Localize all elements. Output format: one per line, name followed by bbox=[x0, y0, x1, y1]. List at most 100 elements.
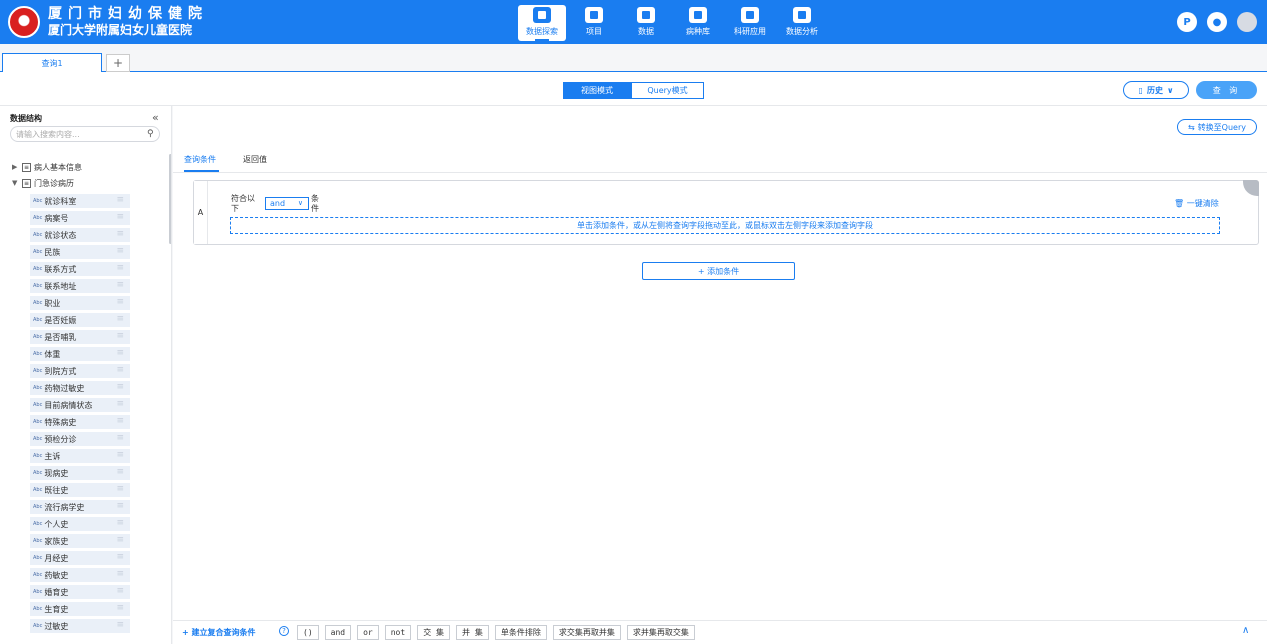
drag-handle-icon[interactable]: ≡ bbox=[116, 552, 124, 562]
field-item[interactable]: Abc 药物过敏史 ≡ bbox=[30, 381, 130, 395]
collapse-sidebar-icon[interactable]: « bbox=[152, 111, 159, 124]
clear-all-button[interactable]: 🗑 一键清除 bbox=[1174, 198, 1219, 209]
field-label: 药物过敏史 bbox=[44, 383, 85, 393]
view-mode-toggle[interactable]: 视图模式 bbox=[563, 82, 631, 99]
drag-handle-icon[interactable]: ≡ bbox=[116, 229, 124, 239]
field-item[interactable]: Abc 流行病学史 ≡ bbox=[30, 500, 130, 514]
field-item[interactable]: Abc 目前病情状态 ≡ bbox=[30, 398, 130, 412]
avatar[interactable] bbox=[1237, 12, 1257, 32]
tree-node-outpatient-record[interactable]: ▼ ≡ 门急诊病历 bbox=[12, 177, 74, 189]
drag-handle-icon[interactable]: ≡ bbox=[116, 518, 124, 528]
drag-handle-icon[interactable]: ≡ bbox=[116, 501, 124, 511]
nav-project[interactable]: 项目 bbox=[570, 5, 618, 41]
field-label: 目前病情状态 bbox=[44, 400, 93, 410]
hospital-name-line2: 厦门大学附属妇女儿童医院 bbox=[48, 23, 193, 37]
drag-handle-icon[interactable]: ≡ bbox=[116, 620, 124, 630]
nav-data[interactable]: 数据 bbox=[622, 5, 670, 41]
nav-research-apps[interactable]: 科研应用 bbox=[726, 5, 774, 41]
condition-drop-zone[interactable]: 单击添加条件，或从左侧将查询字段拖动至此，或鼠标双击左侧字段来添加查询字段 bbox=[230, 217, 1220, 234]
nav-data-analysis[interactable]: 数据分析 bbox=[778, 5, 826, 41]
drag-handle-icon[interactable]: ≡ bbox=[116, 314, 124, 324]
logic-button[interactable]: () bbox=[297, 625, 319, 640]
drag-handle-icon[interactable]: ≡ bbox=[116, 467, 124, 477]
drag-handle-icon[interactable]: ≡ bbox=[116, 603, 124, 613]
field-item[interactable]: Abc 病案号 ≡ bbox=[30, 211, 130, 225]
logic-button[interactable]: or bbox=[357, 625, 379, 640]
drag-handle-icon[interactable]: ≡ bbox=[116, 246, 124, 256]
drag-handle-icon[interactable]: ≡ bbox=[116, 484, 124, 494]
chevron-up-icon[interactable]: ∧ bbox=[1242, 625, 1249, 636]
field-item[interactable]: Abc 联系方式 ≡ bbox=[30, 262, 130, 276]
nav-data-explore[interactable]: 数据探索 bbox=[518, 5, 566, 41]
help-icon[interactable]: ? bbox=[279, 626, 289, 636]
field-item[interactable]: Abc 既往史 ≡ bbox=[30, 483, 130, 497]
field-label: 联系方式 bbox=[44, 264, 77, 274]
new-compound-condition-button[interactable]: + 建立复合查询条件 bbox=[182, 627, 256, 638]
field-item[interactable]: Abc 个人史 ≡ bbox=[30, 517, 130, 531]
logic-button[interactable]: not bbox=[384, 625, 412, 640]
query-mode-toggle[interactable]: Query模式 bbox=[631, 82, 704, 99]
drag-handle-icon[interactable]: ≡ bbox=[116, 535, 124, 545]
history-button[interactable]: ▯ 历史 ∨ bbox=[1123, 81, 1189, 99]
search-icon[interactable]: ⚲ bbox=[147, 129, 154, 139]
field-item[interactable]: Abc 药敏史 ≡ bbox=[30, 568, 130, 582]
field-label: 民族 bbox=[44, 247, 61, 257]
field-item[interactable]: Abc 主诉 ≡ bbox=[30, 449, 130, 463]
field-search-input[interactable] bbox=[10, 126, 160, 142]
logic-button[interactable]: 并 集 bbox=[456, 625, 489, 640]
field-item[interactable]: Abc 过敏史 ≡ bbox=[30, 619, 130, 633]
field-item[interactable]: Abc 是否哺乳 ≡ bbox=[30, 330, 130, 344]
field-item[interactable]: Abc 家族史 ≡ bbox=[30, 534, 130, 548]
logic-button[interactable]: 单条件排除 bbox=[494, 625, 547, 640]
drag-handle-icon[interactable]: ≡ bbox=[116, 569, 124, 579]
drag-handle-icon[interactable]: ≡ bbox=[116, 399, 124, 409]
query-button[interactable]: 查 询 bbox=[1196, 81, 1257, 99]
logic-button[interactable]: 求并集再取交集 bbox=[626, 625, 695, 640]
tree-node-label: 病人基本信息 bbox=[34, 162, 82, 172]
field-item[interactable]: Abc 婚育史 ≡ bbox=[30, 585, 130, 599]
field-item[interactable]: Abc 就诊状态 ≡ bbox=[30, 228, 130, 242]
field-item[interactable]: Abc 到院方式 ≡ bbox=[30, 364, 130, 378]
logic-operator-select[interactable]: and ∨ bbox=[265, 197, 309, 210]
drag-handle-icon[interactable]: ≡ bbox=[116, 365, 124, 375]
logic-buttons: () and or not 交 集并 集单条件排除 求交集再取并集 求并集再取交集 bbox=[297, 625, 701, 640]
field-item[interactable]: Abc 联系地址 ≡ bbox=[30, 279, 130, 293]
logic-button[interactable]: and bbox=[324, 625, 352, 640]
drag-handle-icon[interactable]: ≡ bbox=[116, 586, 124, 596]
user-initial-button[interactable]: P bbox=[1177, 12, 1197, 32]
logic-button[interactable]: 求交集再取并集 bbox=[552, 625, 621, 640]
field-item[interactable]: Abc 现病史 ≡ bbox=[30, 466, 130, 480]
field-item[interactable]: Abc 职业 ≡ bbox=[30, 296, 130, 310]
field-item[interactable]: Abc 就诊科室 ≡ bbox=[30, 194, 130, 208]
nav-disease-library[interactable]: 病种库 bbox=[674, 5, 722, 41]
drag-handle-icon[interactable]: ≡ bbox=[116, 382, 124, 392]
caret-down-icon: ▼ bbox=[12, 179, 18, 187]
drag-handle-icon[interactable]: ≡ bbox=[116, 280, 124, 290]
field-item[interactable]: Abc 特殊病史 ≡ bbox=[30, 415, 130, 429]
drag-handle-icon[interactable]: ≡ bbox=[116, 195, 124, 205]
drag-handle-icon[interactable]: ≡ bbox=[116, 433, 124, 443]
field-item[interactable]: Abc 体重 ≡ bbox=[30, 347, 130, 361]
field-item[interactable]: Abc 生育史 ≡ bbox=[30, 602, 130, 616]
drag-handle-icon[interactable]: ≡ bbox=[116, 212, 124, 222]
drag-handle-icon[interactable]: ≡ bbox=[116, 297, 124, 307]
convert-to-query-button[interactable]: ⇆ 转换至Query bbox=[1177, 119, 1257, 135]
tree-node-patient-basic-info[interactable]: ▶ ≡ 病人基本信息 bbox=[12, 161, 82, 173]
field-item[interactable]: Abc 预检分诊 ≡ bbox=[30, 432, 130, 446]
drag-handle-icon[interactable]: ≡ bbox=[116, 348, 124, 358]
field-item[interactable]: Abc 月经史 ≡ bbox=[30, 551, 130, 565]
logic-button[interactable]: 交 集 bbox=[417, 625, 451, 640]
add-condition-button[interactable]: + 添加条件 bbox=[642, 262, 795, 280]
add-tab-button[interactable]: + bbox=[106, 54, 130, 72]
drag-handle-icon[interactable]: ≡ bbox=[116, 331, 124, 341]
bell-icon[interactable]: ● bbox=[1207, 12, 1227, 32]
drag-handle-icon[interactable]: ≡ bbox=[116, 450, 124, 460]
tab-return-values[interactable]: 返回值 bbox=[243, 154, 267, 165]
tab-query-1[interactable]: 查询1 bbox=[2, 53, 102, 73]
drag-handle-icon[interactable]: ≡ bbox=[116, 416, 124, 426]
field-item[interactable]: Abc 是否妊娠 ≡ bbox=[30, 313, 130, 327]
tab-query-conditions[interactable]: 查询条件 bbox=[184, 154, 216, 165]
field-item[interactable]: Abc 民族 ≡ bbox=[30, 245, 130, 259]
sidebar-scrollbar[interactable] bbox=[169, 154, 171, 244]
drag-handle-icon[interactable]: ≡ bbox=[116, 263, 124, 273]
